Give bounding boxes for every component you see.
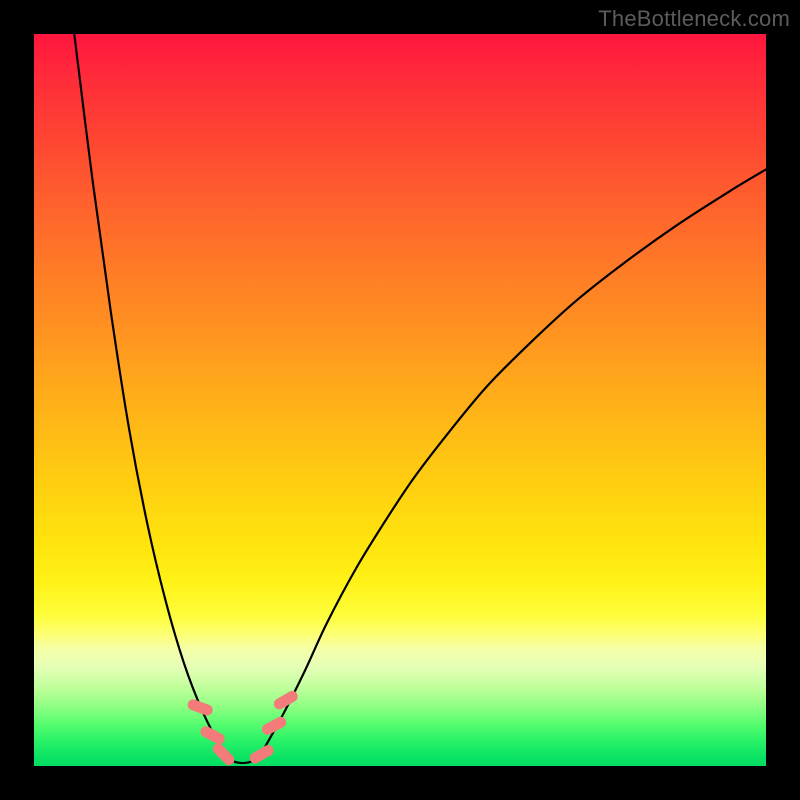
curve-right-branch [265, 169, 766, 747]
curve-markers [186, 689, 300, 768]
curve-marker [211, 741, 237, 767]
curve-marker [260, 715, 288, 737]
curve-marker [248, 743, 276, 766]
curve-layer [34, 34, 766, 766]
curve-marker [199, 724, 227, 746]
curve-left-branch [74, 34, 220, 748]
watermark-text: TheBottleneck.com [598, 6, 790, 32]
chart-frame: TheBottleneck.com [0, 0, 800, 800]
curve-marker [186, 698, 214, 717]
plot-area [34, 34, 766, 766]
